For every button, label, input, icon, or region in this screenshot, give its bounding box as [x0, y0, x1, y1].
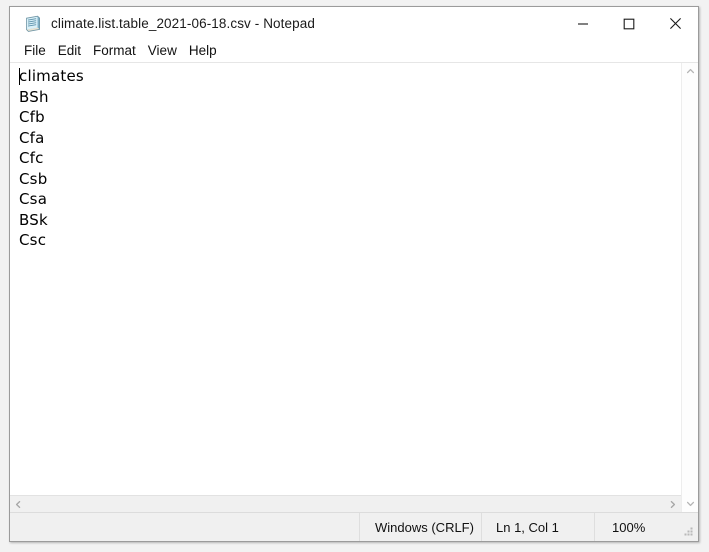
- status-line-ending[interactable]: Windows (CRLF): [360, 513, 482, 541]
- status-zoom-level[interactable]: 100%: [595, 513, 683, 541]
- close-button[interactable]: [652, 7, 698, 40]
- menu-item-edit[interactable]: Edit: [52, 41, 87, 61]
- resize-grip-icon[interactable]: [683, 513, 698, 541]
- notepad-icon: [24, 15, 42, 33]
- menu-item-view[interactable]: View: [142, 41, 183, 61]
- title-bar[interactable]: climate.list.table_2021-06-18.csv - Note…: [10, 7, 698, 40]
- status-bar-spacer: [10, 513, 360, 541]
- text-line: climates: [19, 67, 84, 85]
- notepad-window: climate.list.table_2021-06-18.csv - Note…: [9, 6, 699, 542]
- text-line: Cfa: [19, 128, 45, 147]
- status-cursor-position[interactable]: Ln 1, Col 1: [482, 513, 595, 541]
- vertical-scroll-track[interactable]: [682, 80, 699, 495]
- chevron-left-icon[interactable]: [10, 496, 27, 513]
- vertical-scrollbar[interactable]: [681, 63, 698, 512]
- text-line: BSk: [19, 210, 48, 229]
- chevron-up-icon[interactable]: [682, 63, 699, 80]
- maximize-button[interactable]: [606, 7, 652, 40]
- text-line: Cfb: [19, 108, 45, 126]
- text-line: BSh: [19, 87, 49, 106]
- menu-item-format[interactable]: Format: [87, 41, 142, 61]
- editor-area: climates BSh Cfb Cfa Cfc Csb Csa BSk Csc: [10, 63, 698, 512]
- text-caret: [19, 68, 20, 85]
- menu-item-file[interactable]: File: [18, 41, 52, 61]
- text-line: Csc: [19, 231, 47, 249]
- chevron-down-icon[interactable]: [682, 495, 699, 512]
- text-line: Csa: [19, 190, 48, 208]
- window-controls: [560, 7, 698, 40]
- horizontal-scroll-track[interactable]: [27, 496, 664, 513]
- window-title: climate.list.table_2021-06-18.csv - Note…: [51, 16, 315, 31]
- menu-bar: File Edit Format View Help: [10, 40, 698, 63]
- horizontal-scrollbar[interactable]: [10, 495, 681, 512]
- menu-item-help[interactable]: Help: [183, 41, 223, 61]
- minimize-button[interactable]: [560, 7, 606, 40]
- desktop-background: climate.list.table_2021-06-18.csv - Note…: [0, 0, 709, 552]
- chevron-right-icon[interactable]: [664, 496, 681, 513]
- status-bar: Windows (CRLF) Ln 1, Col 1 100%: [10, 512, 698, 541]
- text-line: Cfc: [19, 149, 44, 167]
- text-editor[interactable]: climates BSh Cfb Cfa Cfc Csb Csa BSk Csc: [10, 63, 681, 495]
- editor-column: climates BSh Cfb Cfa Cfc Csb Csa BSk Csc: [10, 63, 681, 512]
- text-line: Csb: [19, 169, 48, 188]
